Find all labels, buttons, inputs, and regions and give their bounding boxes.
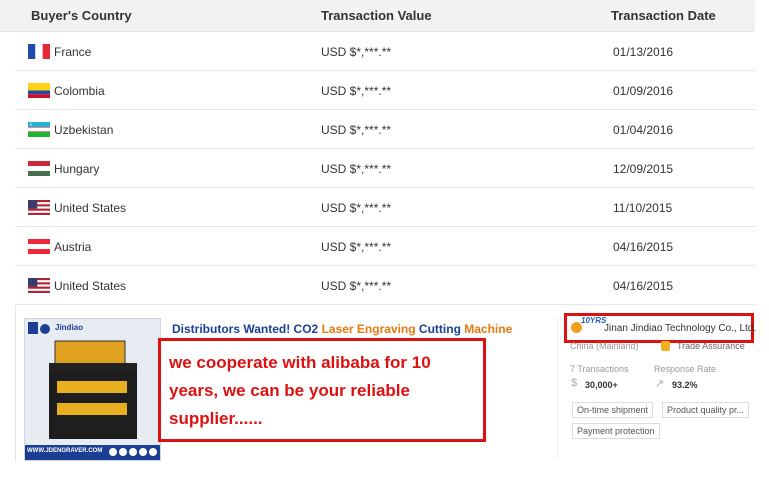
tag-payment-protection: Payment protection [572,423,660,439]
buyer-country: Hungary [54,162,100,176]
overlay-annotation: we cooperate with alibaba for 10 years, … [158,338,486,442]
table-row: United States USD $*,***.** 11/10/2015 [15,188,755,227]
transaction-value: USD $*,***.** [321,84,392,98]
buyer-country: Uzbekistan [54,123,114,137]
title-part: Machine [464,322,513,336]
supplier-name[interactable]: Jinan Jindiao Technology Co., Ltd. [604,323,756,334]
table-row: Colombia USD $*,***.** 01/09/2016 [15,71,755,110]
france-flag-icon [28,44,50,59]
divider [15,306,16,462]
tag-product-quality: Product quality pr... [662,402,750,418]
image-brand: Jindiao [55,323,84,332]
col-header-value: Transaction Value [321,8,432,23]
transaction-date: 01/04/2016 [613,123,674,137]
laser-machine-illustration [25,319,160,460]
transactions-label: 7 Transactions [570,364,629,374]
colombia-flag-icon [28,83,50,98]
transaction-value: USD $*,***.** [321,279,392,293]
title-part: Laser Engraving [321,322,416,336]
buyer-country: Austria [54,240,92,254]
usa-flag-icon [28,200,50,215]
table-row: United States USD $*,***.** 04/16/2015 [15,266,755,305]
supplier-location: China (Mainland) [570,341,639,351]
transaction-date: 01/13/2016 [613,45,674,59]
transaction-date: 12/09/2015 [613,162,674,176]
dollar-icon: $ [571,377,578,389]
hungary-flag-icon [28,161,50,176]
table-row: Uzbekistan USD $*,***.** 01/04/2016 [15,110,755,149]
transaction-value: USD $*,***.** [321,45,392,59]
image-url: WWW.JDENGRAVER.COM [27,448,103,454]
trend-arrow-icon: ↗ [655,378,665,390]
product-image[interactable]: Jindiao WWW.JDENGRAVER.COM [24,318,161,461]
product-title[interactable]: Distributors Wanted! CO2 Laser Engraving… [172,322,512,336]
transaction-date: 04/16/2015 [613,279,674,293]
supplier-name-box[interactable]: 10YRS Jinan Jindiao Technology Co., Ltd. [564,313,756,343]
usa-flag-icon [28,278,50,293]
table-row: Austria USD $*,***.** 04/16/2015 [15,227,755,266]
tag-on-time-shipment: On-time shipment [572,402,654,418]
divider [557,318,558,459]
response-rate-label: Response Rate [654,364,717,374]
transaction-date: 01/09/2016 [613,84,674,98]
transaction-date: 04/16/2015 [613,240,674,254]
uzbekistan-flag-icon [28,122,50,137]
title-part: Cutting [415,322,465,336]
table-row: France USD $*,***.** 01/13/2016 [15,32,755,71]
transaction-date: 11/10/2015 [613,201,673,215]
trade-assurance-label[interactable]: Trade Assurance [677,341,745,351]
buyer-country: Colombia [54,84,105,98]
buyer-country: United States [54,201,127,215]
years-badge: 10YRS [581,316,607,325]
response-rate-value: 93.2% [672,380,698,390]
col-header-date: Transaction Date [611,8,716,23]
overlay-text: we cooperate with alibaba for 10 years, … [169,353,431,428]
title-part: Distributors Wanted! CO2 [172,322,322,336]
transaction-value: USD $*,***.** [321,123,392,137]
transaction-value: USD $*,***.** [321,240,392,254]
buyer-country: France [54,45,92,59]
table-header: Buyer's Country Transaction Value Transa… [0,0,755,32]
transactions-value: 30,000+ [585,380,618,390]
trade-assurance-icon [661,341,670,351]
austria-flag-icon [28,239,50,254]
transaction-value: USD $*,***.** [321,162,392,176]
col-header-country: Buyer's Country [31,8,132,23]
transaction-value: USD $*,***.** [321,201,392,215]
table-row: Hungary USD $*,***.** 12/09/2015 [15,149,755,188]
buyer-country: United States [54,279,127,293]
